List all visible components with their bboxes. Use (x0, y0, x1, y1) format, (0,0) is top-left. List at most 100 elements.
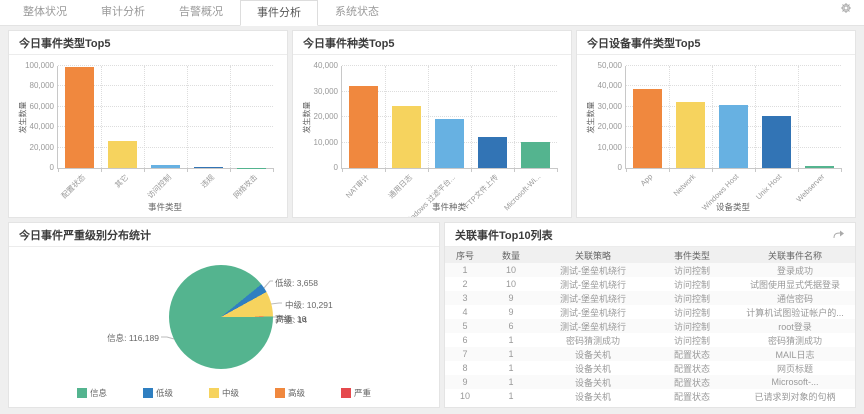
bar-1[interactable] (108, 141, 137, 168)
table-cell: 1 (445, 263, 485, 277)
card-title: 今日设备事件类型Top5 (577, 31, 855, 55)
column-header: 关联策略 (537, 247, 649, 263)
table-cell: 设备关机 (537, 389, 649, 403)
y-tick-label: 40,000 (296, 61, 338, 70)
bar-2[interactable] (151, 165, 180, 168)
gridline-vertical (428, 66, 429, 168)
bar-1[interactable] (392, 106, 421, 168)
legend-item-2[interactable]: 中级 (209, 387, 239, 399)
bar-2[interactable] (719, 105, 748, 168)
table-cell: 10 (445, 389, 485, 403)
gear-icon[interactable] (840, 1, 864, 25)
x-tick (669, 168, 670, 172)
table-cell: 配置状态 (649, 375, 735, 389)
table-cell: 访问控制 (649, 291, 735, 305)
table-cell: 8 (445, 361, 485, 375)
y-axis-title: 发生数量 (18, 102, 29, 134)
bar-4[interactable] (805, 166, 834, 168)
tab-overall-status[interactable]: 整体状况 (6, 0, 84, 25)
gridline-vertical (798, 66, 799, 168)
table-cell: 测试-堡垒机绕行 (537, 291, 649, 305)
tab-system-status[interactable]: 系统状态 (318, 0, 396, 25)
table-cell: 访问控制 (649, 305, 735, 319)
card-event-kind-top5: 今日事件种类Top5 010,00020,00030,00040,000NAT审… (292, 30, 572, 218)
gridline-vertical (385, 66, 386, 168)
legend-item-1[interactable]: 低级 (143, 387, 173, 399)
card-severity-distribution: 今日事件严重级别分布统计 信息低级中级高级严重 信息: 116,189低级: 3… (8, 222, 440, 408)
table-row: 61密码猜测成功访问控制密码猜测成功 (445, 333, 855, 347)
card-event-type-top5: 今日事件类型Top5 020,00040,00060,00080,000100,… (8, 30, 288, 218)
bar-chart-event-kind-top5: 010,00020,00030,00040,000NAT审计通用日志Window… (293, 56, 571, 217)
legend-label: 高级 (288, 387, 305, 399)
table-row: 49测试-堡垒机绕行访问控制计算机试图验证帐户的... (445, 305, 855, 319)
x-tick (385, 168, 386, 172)
y-tick-label: 10,000 (580, 143, 622, 152)
y-tick-label: 100,000 (12, 61, 54, 70)
table-row: 91设备关机配置状态Microsoft-... (445, 375, 855, 389)
table-cell: 6 (445, 333, 485, 347)
table-cell: 4 (445, 305, 485, 319)
bar-chart-device-event-type-top5: 010,00020,00030,00040,00050,000AppNetwor… (577, 56, 855, 217)
table-cell: 访问控制 (649, 333, 735, 347)
bar-0[interactable] (633, 89, 662, 168)
table-row: 110测试-堡垒机绕行访问控制登录成功 (445, 263, 855, 277)
card-title: 关联事件Top10列表 (445, 223, 855, 247)
gridline-vertical (144, 66, 145, 168)
bar-3[interactable] (478, 137, 507, 168)
bar-1[interactable] (676, 102, 705, 168)
tab-bar: 整体状况审计分析告警概况事件分析系统状态 (0, 0, 864, 26)
bar-3[interactable] (762, 116, 791, 168)
legend-label: 信息 (90, 387, 107, 399)
table-row: 81设备关机配置状态网页标题 (445, 361, 855, 375)
table-cell: 9 (485, 305, 537, 319)
x-tick (471, 168, 472, 172)
expand-icon[interactable] (833, 229, 845, 242)
gridline (342, 65, 557, 66)
gridline-vertical (712, 66, 713, 168)
legend-label: 低级 (156, 387, 173, 399)
y-axis-title: 发生数量 (302, 102, 313, 134)
gridline-vertical (669, 66, 670, 168)
x-tick (798, 168, 799, 172)
table-cell: 6 (485, 319, 537, 333)
pie-chart[interactable] (169, 265, 273, 369)
bar-0[interactable] (349, 86, 378, 168)
tab-alert-overview[interactable]: 告警概况 (162, 0, 240, 25)
x-tick (144, 168, 145, 172)
legend-swatch (77, 388, 87, 398)
x-tick (841, 168, 842, 172)
x-tick (514, 168, 515, 172)
gridline-vertical (514, 66, 515, 168)
column-header: 事件类型 (649, 247, 735, 263)
x-axis-title: 设备类型 (625, 201, 841, 213)
legend-label: 中级 (222, 387, 239, 399)
bar-3[interactable] (194, 167, 223, 168)
table-row: 39测试-堡垒机绕行访问控制通信密码 (445, 291, 855, 305)
legend-item-4[interactable]: 严重 (341, 387, 371, 399)
bar-2[interactable] (435, 119, 464, 168)
gridline (626, 85, 841, 86)
table-cell: 配置状态 (649, 361, 735, 375)
table-row: 56测试-堡垒机绕行访问控制root登录 (445, 319, 855, 333)
table-cell: 设备关机 (537, 361, 649, 375)
siem-dashboard: { "tabbar": { "items": [ {"key":"overall… (0, 0, 864, 414)
plot-area: 010,00020,00030,00040,00050,000AppNetwor… (625, 66, 841, 169)
table-row: 210测试-堡垒机绕行访问控制试图使用显式凭据登录 (445, 277, 855, 291)
table-cell: 9 (485, 291, 537, 305)
legend-label: 严重 (354, 387, 371, 399)
bar-4[interactable] (521, 142, 550, 168)
x-tick (101, 168, 102, 172)
legend-item-3[interactable]: 高级 (275, 387, 305, 399)
tab-audit-analysis[interactable]: 审计分析 (84, 0, 162, 25)
gridline-vertical (230, 66, 231, 168)
table-cell: Microsoft-... (735, 375, 855, 389)
card-title: 今日事件种类Top5 (293, 31, 571, 55)
gridline-vertical (471, 66, 472, 168)
bar-0[interactable] (65, 67, 94, 168)
column-header: 关联事件名称 (735, 247, 855, 263)
tab-event-analysis[interactable]: 事件分析 (240, 0, 318, 26)
pie-legend: 信息 低级 中级 高级 严重 (9, 387, 439, 399)
legend-item-0[interactable]: 信息 (77, 387, 107, 399)
table-cell: 测试-堡垒机绕行 (537, 305, 649, 319)
card-device-event-type-top5: 今日设备事件类型Top5 010,00020,00030,00040,00050… (576, 30, 856, 218)
